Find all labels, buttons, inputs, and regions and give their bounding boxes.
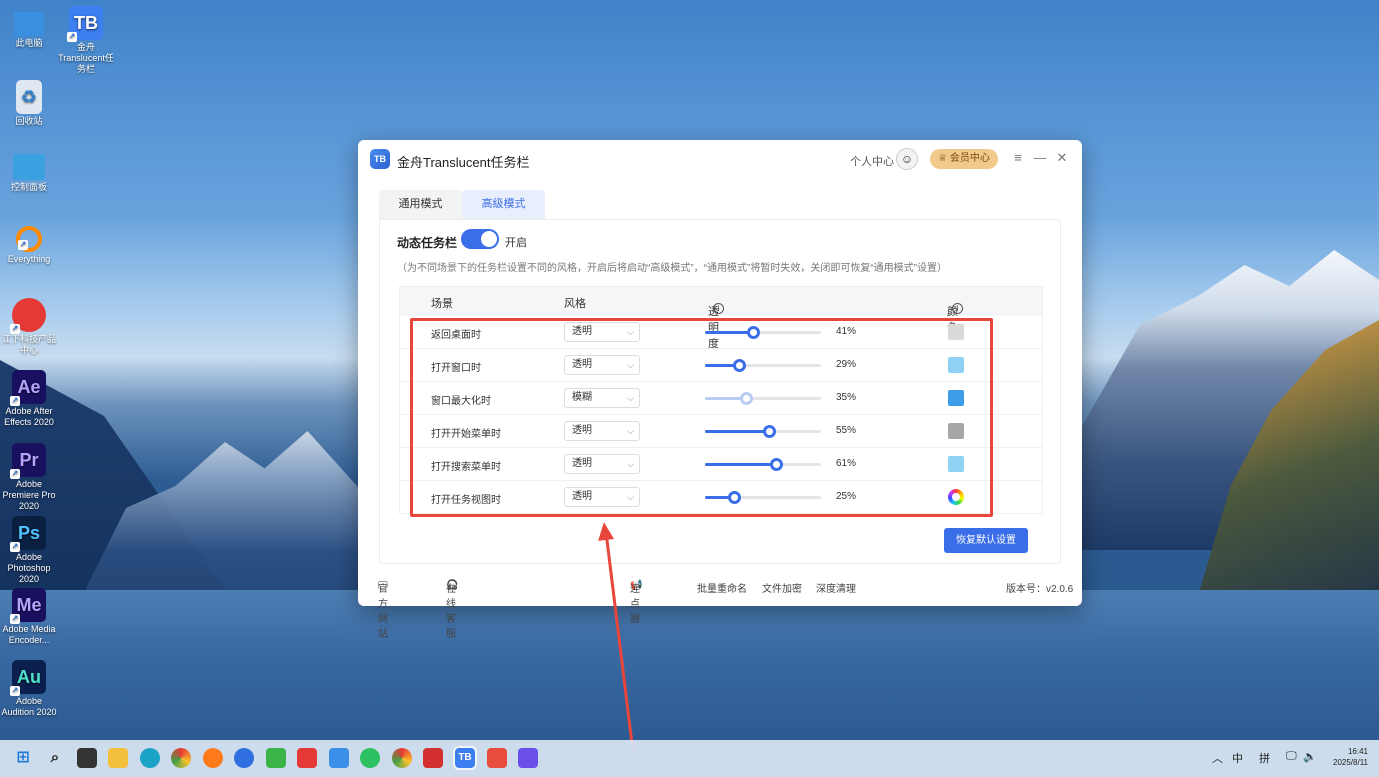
desktop-icon-label: 此电脑 xyxy=(15,38,43,48)
menu-icon[interactable]: ≡ xyxy=(1011,150,1025,166)
photoshop-icon: Ps ↗ xyxy=(10,516,46,552)
thumb-icon: ♕ xyxy=(938,153,950,164)
encrypt-link[interactable]: 文件加密 xyxy=(762,580,802,595)
control-panel-icon xyxy=(13,154,45,180)
monitor-icon xyxy=(14,12,44,36)
dynamic-taskbar-toggle[interactable] xyxy=(461,229,499,249)
tab-advanced-mode[interactable]: 高级模式 xyxy=(462,190,545,219)
chrome-icon[interactable] xyxy=(171,748,191,768)
app-title: 金舟Translucent任务栏 xyxy=(397,155,530,170)
app-icon[interactable] xyxy=(487,748,507,768)
desktop-icon-label: Everything xyxy=(7,254,51,264)
task-view-icon[interactable] xyxy=(77,748,97,768)
volume-icon[interactable]: 🔈 xyxy=(1303,750,1317,763)
camtasia-icon[interactable] xyxy=(266,748,286,768)
info-icon[interactable]: i xyxy=(713,303,724,314)
translucent-app-icon: TB ↗ xyxy=(67,6,103,42)
desktop-icon-translucent[interactable]: TB ↗ 金舟Translucent任务栏 xyxy=(57,6,115,75)
network-icon[interactable]: 🖵 xyxy=(1286,750,1297,763)
ime-language[interactable]: 中 xyxy=(1232,750,1243,766)
chrome-icon[interactable] xyxy=(392,748,412,768)
highlight-box xyxy=(410,318,993,517)
media-encoder-icon: Me ↗ xyxy=(10,588,46,624)
premiere-icon: Pr ↗ xyxy=(10,443,46,479)
annotation-arrow-head xyxy=(595,521,615,541)
desktop-icon-recycle-bin[interactable]: ♻ 回收站 xyxy=(0,80,58,127)
desktop-icon-label: Adobe Audition 2020 xyxy=(1,696,57,717)
desktop-icon-photoshop[interactable]: Ps ↗ Adobe Photoshop 2020 xyxy=(0,516,58,585)
app-icon[interactable] xyxy=(518,748,538,768)
toggle-state-label: 开启 xyxy=(505,237,527,249)
dynamic-taskbar-label: 动态任务栏 xyxy=(397,236,458,250)
wps-icon[interactable] xyxy=(423,748,443,768)
desktop-icon-label: Adobe Photoshop 2020 xyxy=(7,552,51,584)
mode-tabs: 通用模式 高级模式 xyxy=(379,190,545,219)
minimize-button[interactable]: — xyxy=(1033,150,1047,166)
rename-link[interactable]: 批量重命名 xyxy=(697,580,747,595)
profile-link[interactable]: 个人中心 xyxy=(850,153,894,169)
audition-icon: Au ↗ xyxy=(10,660,46,696)
file-explorer-icon[interactable] xyxy=(108,748,128,768)
translucent-taskbar-icon[interactable]: TB xyxy=(453,746,477,770)
version-label: 版本号：v2.0.6 xyxy=(1006,584,1074,595)
clock-date: 2025/8/11 xyxy=(1333,758,1368,767)
desktop-icon-label: Adobe After Effects 2020 xyxy=(4,406,54,427)
dynamic-taskbar-note: （为不同场景下的任务栏设置不同的风格，开启后将启动“高级模式”，“通用模式”将暂… xyxy=(397,263,947,274)
toggle-knob xyxy=(481,231,497,247)
desktop-icon-premiere[interactable]: Pr ↗ Adobe Premiere Pro 2020 xyxy=(0,443,58,512)
desktop-icon-label: Adobe Media Encoder... xyxy=(2,624,56,645)
everything-search-icon: ↗ xyxy=(16,226,42,252)
desktop-icon-this-pc[interactable]: 此电脑 xyxy=(0,8,58,49)
desktop-icon-everything[interactable]: ↗ Everything xyxy=(0,226,58,265)
app-icon[interactable] xyxy=(234,748,254,768)
desktop-icon-label: 江下科技产品中心 xyxy=(1,334,56,355)
tab-general-mode[interactable]: 通用模式 xyxy=(379,190,462,219)
clean-link[interactable]: 深度清理 xyxy=(816,580,856,595)
recycle-bin-icon: ♻ xyxy=(16,80,42,114)
desktop-icon-audition[interactable]: Au ↗ Adobe Audition 2020 xyxy=(0,660,58,718)
after-effects-icon: Ae ↗ xyxy=(10,370,46,406)
ime-mode[interactable]: 拼 xyxy=(1259,750,1270,766)
vip-center-button[interactable]: ♕ 会员中心 xyxy=(930,149,998,169)
close-button[interactable]: ✕ xyxy=(1055,150,1069,166)
clock[interactable]: 16:41 2025/8/11 xyxy=(1328,746,1368,768)
header-scene: 场景 xyxy=(431,298,453,310)
app-icon[interactable] xyxy=(329,748,349,768)
desktop-icon-label: Adobe Premiere Pro 2020 xyxy=(2,479,56,511)
footer-bar: 🖵 官方网站 🎧 在线客服 📢 连点器 批量重命名 文件加密 深度清理 版本号：… xyxy=(378,580,1074,640)
desktop-icon-after-effects[interactable]: Ae ↗ Adobe After Effects 2020 xyxy=(0,370,58,428)
product-center-icon: ↗ xyxy=(10,298,46,334)
windows-start-icon[interactable]: ⊞ xyxy=(13,748,33,768)
desktop-icon-control-panel[interactable]: 控制面板 xyxy=(0,154,58,193)
search-icon[interactable]: ⌕ xyxy=(45,748,65,768)
restore-defaults-button[interactable]: 恢复默认设置 xyxy=(944,528,1028,553)
tray-overflow-icon[interactable]: ︿ xyxy=(1212,750,1223,766)
desktop-icon-media-encoder[interactable]: Me ↗ Adobe Media Encoder... xyxy=(0,588,58,646)
table-header: 场景 风格 透明度i 颜色i xyxy=(400,287,1042,350)
clock-time: 16:41 xyxy=(1347,747,1368,756)
header-style: 风格 xyxy=(564,298,586,310)
info-icon[interactable]: i xyxy=(952,303,963,314)
avatar[interactable]: ☺ xyxy=(896,148,918,170)
app-icon[interactable] xyxy=(297,748,317,768)
title-bar: TB 金舟Translucent任务栏 个人中心 ☺ ♕ 会员中心 ≡ — ✕ xyxy=(358,140,1082,180)
wechat-icon[interactable] xyxy=(360,748,380,768)
taskbar: ⊞ ⌕ TB ︿ 中 拼 🖵 🔈 16:41 2025/8/11 xyxy=(0,740,1379,777)
desktop-icon-label: 控制面板 xyxy=(10,182,47,192)
desktop-icon-label: 金舟Translucent任务栏 xyxy=(58,42,114,74)
desktop-icon-label: 回收站 xyxy=(15,116,43,126)
firefox-icon[interactable] xyxy=(203,748,223,768)
app-logo-icon: TB xyxy=(370,149,390,169)
desktop-icon-product-center[interactable]: ↗ 江下科技产品中心 xyxy=(0,298,58,356)
scenery-lake xyxy=(0,590,1379,740)
edge-browser-icon[interactable] xyxy=(140,748,160,768)
